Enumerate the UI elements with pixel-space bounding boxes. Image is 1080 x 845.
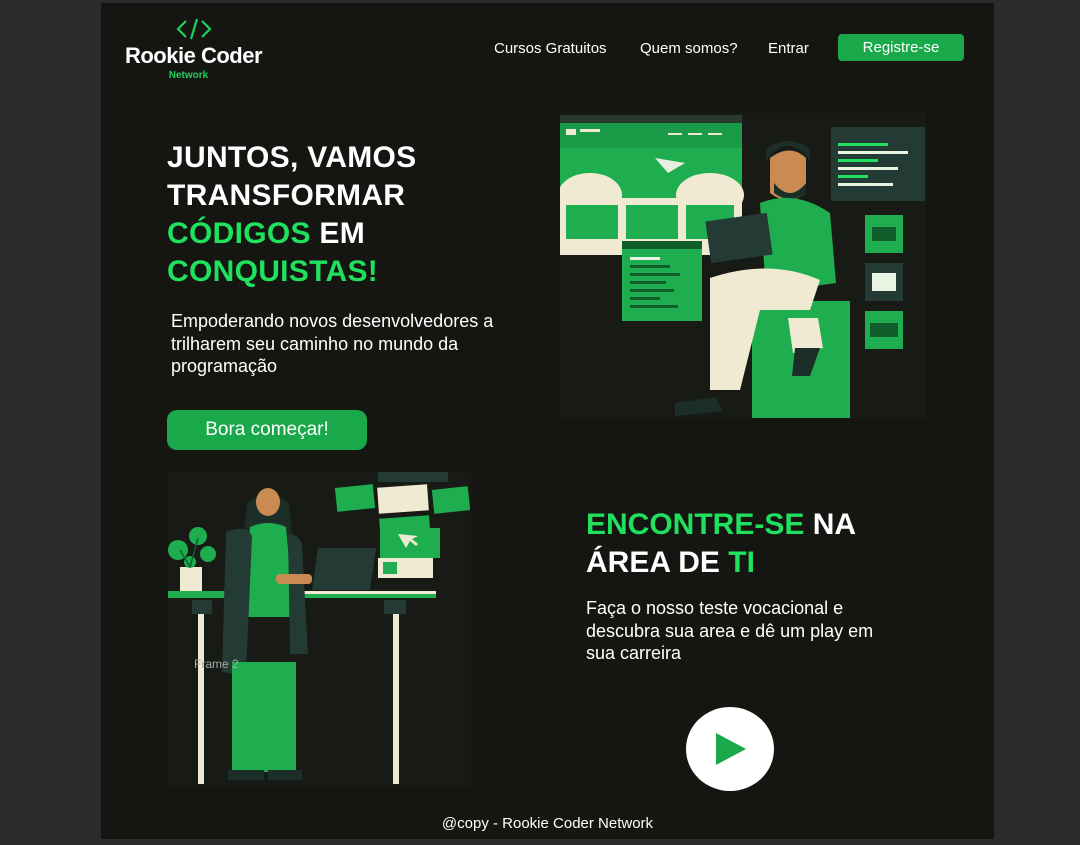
hero-subtitle: Empoderando novos desenvolvedores a tril… — [171, 311, 494, 376]
hero-title-codigos: CÓDIGOS — [167, 217, 311, 250]
hero-title-em: EM — [310, 217, 366, 250]
developer-woman-illustration — [168, 472, 471, 787]
footer-copyright: @copy - Rookie Coder Network — [441, 815, 654, 832]
vocational-title-area: ÁREA DE — [586, 546, 729, 579]
nav-quem-somos[interactable]: Quem somos? — [640, 40, 738, 57]
vocational-title-ti: TI — [728, 546, 755, 579]
logo-title: Rookie Coder — [124, 43, 263, 68]
logo-subtitle: Network — [168, 70, 209, 81]
vocational-title-na: NA — [804, 508, 857, 541]
vocational-title: ENCONTRE-SE NA ÁREA DE TI — [586, 506, 886, 582]
logo[interactable]: Rookie Coder Network — [121, 18, 266, 88]
hero-title-conquistas: CONQUISTAS! — [167, 255, 379, 288]
vocational-subtitle: Faça o nosso teste vocacional e descubra… — [586, 598, 874, 663]
play-button[interactable] — [686, 707, 774, 791]
code-brackets-icon — [176, 18, 212, 40]
vocational-title-line2: ÁREA DE TI — [586, 544, 886, 582]
nav-entrar[interactable]: Entrar — [768, 40, 809, 57]
hero-title: JUNTOS, VAMOS TRANSFORMAR CÓDIGOS EM CON… — [167, 139, 497, 291]
hero-title-line3: CÓDIGOS EM — [167, 215, 497, 253]
register-button[interactable]: Registre-se — [838, 34, 964, 61]
nav-cursos-gratuitos[interactable]: Cursos Gratuitos — [494, 40, 607, 57]
hero-title-line2: TRANSFORMAR — [167, 179, 406, 212]
vocational-title-encontre: ENCONTRE-SE — [586, 508, 805, 541]
start-button[interactable]: Bora começar! — [167, 410, 367, 450]
developer-illustration — [560, 113, 926, 418]
hero-title-line1: JUNTOS, VAMOS — [167, 141, 417, 174]
vocational-title-line1: ENCONTRE-SE NA — [586, 506, 886, 544]
landing-page: Rookie Coder Network Cursos Gratuitos Qu… — [101, 3, 994, 839]
play-icon — [716, 733, 746, 765]
frame-label: Frame 2 — [194, 657, 239, 671]
